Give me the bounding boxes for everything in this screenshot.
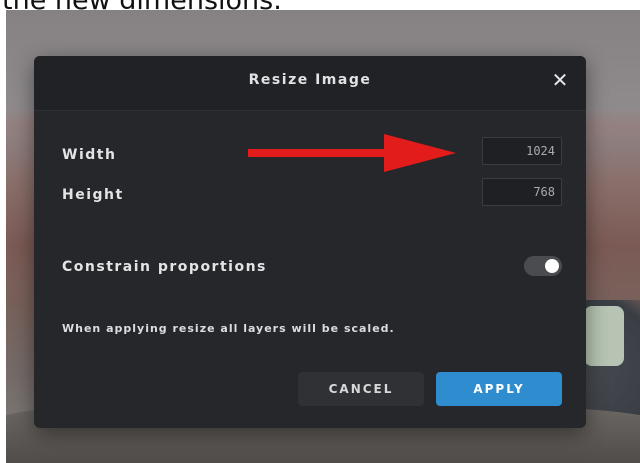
red-arrow-icon — [248, 134, 456, 172]
height-label: Height — [62, 187, 124, 203]
resize-image-dialog: Resize Image ✕ Width 1024 Height 768 Con… — [34, 56, 586, 428]
toggle-knob — [545, 259, 559, 273]
scale-note: When applying resize all layers will be … — [62, 322, 395, 335]
constrain-proportions-label: Constrain proportions — [62, 259, 267, 275]
height-input[interactable]: 768 — [482, 178, 562, 206]
dialog-title: Resize Image — [248, 72, 372, 88]
width-input[interactable]: 1024 — [482, 137, 562, 165]
constrain-proportions-toggle[interactable] — [524, 256, 562, 276]
cancel-button[interactable]: CANCEL — [298, 372, 424, 406]
apply-button[interactable]: APPLY — [436, 372, 562, 406]
width-label: Width — [62, 147, 117, 163]
close-icon[interactable]: ✕ — [548, 68, 572, 92]
dialog-header: Resize Image ✕ — [34, 56, 586, 111]
